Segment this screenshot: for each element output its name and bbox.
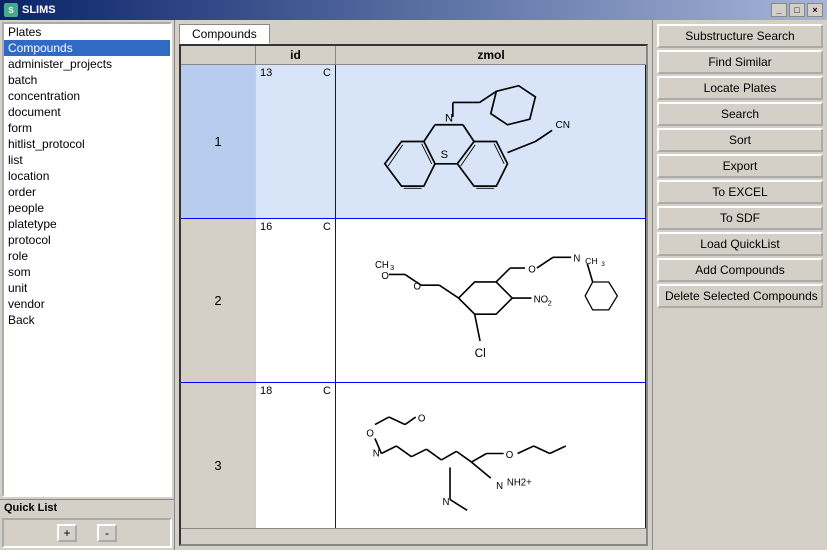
sidebar-item-hitlist-protocol[interactable]: hitlist_protocol bbox=[4, 136, 170, 152]
load-quicklist-button[interactable]: Load QuickList bbox=[657, 232, 823, 256]
row-id-cell: 16 C bbox=[256, 219, 336, 383]
table-row[interactable]: 1 13 C bbox=[181, 65, 646, 219]
to-excel-button[interactable]: To EXCEL bbox=[657, 180, 823, 204]
svg-text:O: O bbox=[381, 271, 389, 282]
svg-text:N: N bbox=[442, 497, 449, 508]
sidebar-item-back[interactable]: Back bbox=[4, 312, 170, 328]
sidebar-item-location[interactable]: location bbox=[4, 168, 170, 184]
close-button[interactable]: × bbox=[807, 3, 823, 17]
molecule-cell: S N bbox=[336, 65, 646, 218]
content-area: Compounds id zmol 1 13 C bbox=[175, 20, 652, 550]
row-id-cell: 18 C bbox=[256, 383, 336, 528]
substructure-search-button[interactable]: Substructure Search bbox=[657, 24, 823, 48]
molecule-cell: NO 2 O O CH 3 bbox=[336, 219, 646, 383]
svg-text:NO: NO bbox=[533, 294, 548, 305]
app-icon: S bbox=[4, 3, 18, 17]
compound-id: 16 bbox=[260, 221, 272, 233]
quick-list-label: Quick List bbox=[0, 499, 174, 516]
sidebar-item-batch[interactable]: batch bbox=[4, 72, 170, 88]
search-button[interactable]: Search bbox=[657, 102, 823, 126]
table-body[interactable]: 1 13 C bbox=[181, 65, 646, 528]
sidebar-item-document[interactable]: document bbox=[4, 104, 170, 120]
compound-id: 13 bbox=[260, 67, 272, 79]
compound-id: 18 bbox=[260, 385, 272, 397]
sidebar-item-plates[interactable]: Plates bbox=[4, 24, 170, 40]
find-similar-button[interactable]: Find Similar bbox=[657, 50, 823, 74]
sidebar-item-som[interactable]: som bbox=[4, 264, 170, 280]
molecule-1-svg: S N bbox=[344, 69, 638, 214]
svg-text:N: N bbox=[496, 481, 503, 492]
tab-compounds[interactable]: Compounds bbox=[179, 24, 270, 44]
svg-text:CN: CN bbox=[555, 120, 569, 131]
maximize-button[interactable]: □ bbox=[789, 3, 805, 17]
sidebar-item-people[interactable]: people bbox=[4, 200, 170, 216]
svg-text:3: 3 bbox=[601, 261, 605, 268]
row-number: 3 bbox=[181, 383, 256, 528]
sidebar-item-administer-projects[interactable]: administer_projects bbox=[4, 56, 170, 72]
sidebar-item-order[interactable]: order bbox=[4, 184, 170, 200]
table-row[interactable]: 3 18 C N bbox=[181, 383, 646, 528]
sidebar-item-vendor[interactable]: vendor bbox=[4, 296, 170, 312]
right-sidebar: Substructure Search Find Similar Locate … bbox=[652, 20, 827, 550]
svg-text:O: O bbox=[528, 264, 536, 275]
svg-text:N: N bbox=[573, 253, 580, 264]
to-sdf-button[interactable]: To SDF bbox=[657, 206, 823, 230]
molecule-3-svg: N O bbox=[344, 387, 638, 528]
svg-text:O: O bbox=[418, 414, 426, 425]
minimize-button[interactable]: _ bbox=[771, 3, 787, 17]
compound-flag: C bbox=[323, 221, 331, 233]
sidebar-item-role[interactable]: role bbox=[4, 248, 170, 264]
svg-text:3: 3 bbox=[390, 263, 394, 272]
tab-bar: Compounds bbox=[175, 20, 652, 44]
header-id: id bbox=[256, 46, 336, 64]
export-button[interactable]: Export bbox=[657, 154, 823, 178]
sidebar-item-protocol[interactable]: protocol bbox=[4, 232, 170, 248]
locate-plates-button[interactable]: Locate Plates bbox=[657, 76, 823, 100]
svg-text:CH: CH bbox=[375, 260, 389, 271]
table-row[interactable]: 2 16 C NO bbox=[181, 219, 646, 384]
add-compounds-button[interactable]: Add Compounds bbox=[657, 258, 823, 282]
svg-text:NH2+: NH2+ bbox=[507, 478, 532, 489]
table-header: id zmol bbox=[181, 46, 646, 65]
delete-selected-compounds-button[interactable]: Delete Selected Compounds bbox=[657, 284, 823, 308]
sidebar-item-form[interactable]: form bbox=[4, 120, 170, 136]
svg-text:O: O bbox=[506, 450, 514, 461]
compound-flag: C bbox=[323, 67, 331, 79]
horizontal-scrollbar[interactable] bbox=[181, 528, 646, 544]
svg-text:N: N bbox=[373, 449, 380, 460]
quick-list-controls: + - bbox=[2, 518, 172, 548]
svg-text:2: 2 bbox=[547, 298, 551, 307]
app-title: SLIMS bbox=[22, 4, 56, 16]
sidebar-item-list[interactable]: list bbox=[4, 152, 170, 168]
svg-text:S: S bbox=[440, 149, 447, 161]
compound-flag: C bbox=[323, 385, 331, 397]
title-bar: S SLIMS _ □ × bbox=[0, 0, 827, 20]
row-id-cell: 13 C bbox=[256, 65, 336, 218]
header-zmol: zmol bbox=[336, 46, 646, 64]
svg-text:Cl: Cl bbox=[474, 347, 485, 360]
row-number: 1 bbox=[181, 65, 256, 218]
molecule-cell: N O bbox=[336, 383, 646, 528]
quick-list-remove-button[interactable]: - bbox=[97, 524, 117, 542]
sidebar-item-concentration[interactable]: concentration bbox=[4, 88, 170, 104]
sidebar-nav-list: Plates Compounds administer_projects bat… bbox=[2, 22, 172, 497]
molecule-2-svg: NO 2 O O CH 3 bbox=[344, 223, 638, 379]
svg-text:N: N bbox=[445, 112, 453, 124]
header-row-num bbox=[181, 46, 256, 64]
sidebar-item-platetype[interactable]: platetype bbox=[4, 216, 170, 232]
sidebar-item-compounds[interactable]: Compounds bbox=[4, 40, 170, 56]
svg-text:O: O bbox=[366, 429, 374, 440]
compounds-table: id zmol 1 13 C bbox=[179, 44, 648, 546]
left-sidebar: Plates Compounds administer_projects bat… bbox=[0, 20, 175, 550]
sort-button[interactable]: Sort bbox=[657, 128, 823, 152]
quick-list-add-button[interactable]: + bbox=[57, 524, 77, 542]
sidebar-item-unit[interactable]: unit bbox=[4, 280, 170, 296]
row-number: 2 bbox=[181, 219, 256, 383]
window-controls[interactable]: _ □ × bbox=[771, 3, 823, 17]
